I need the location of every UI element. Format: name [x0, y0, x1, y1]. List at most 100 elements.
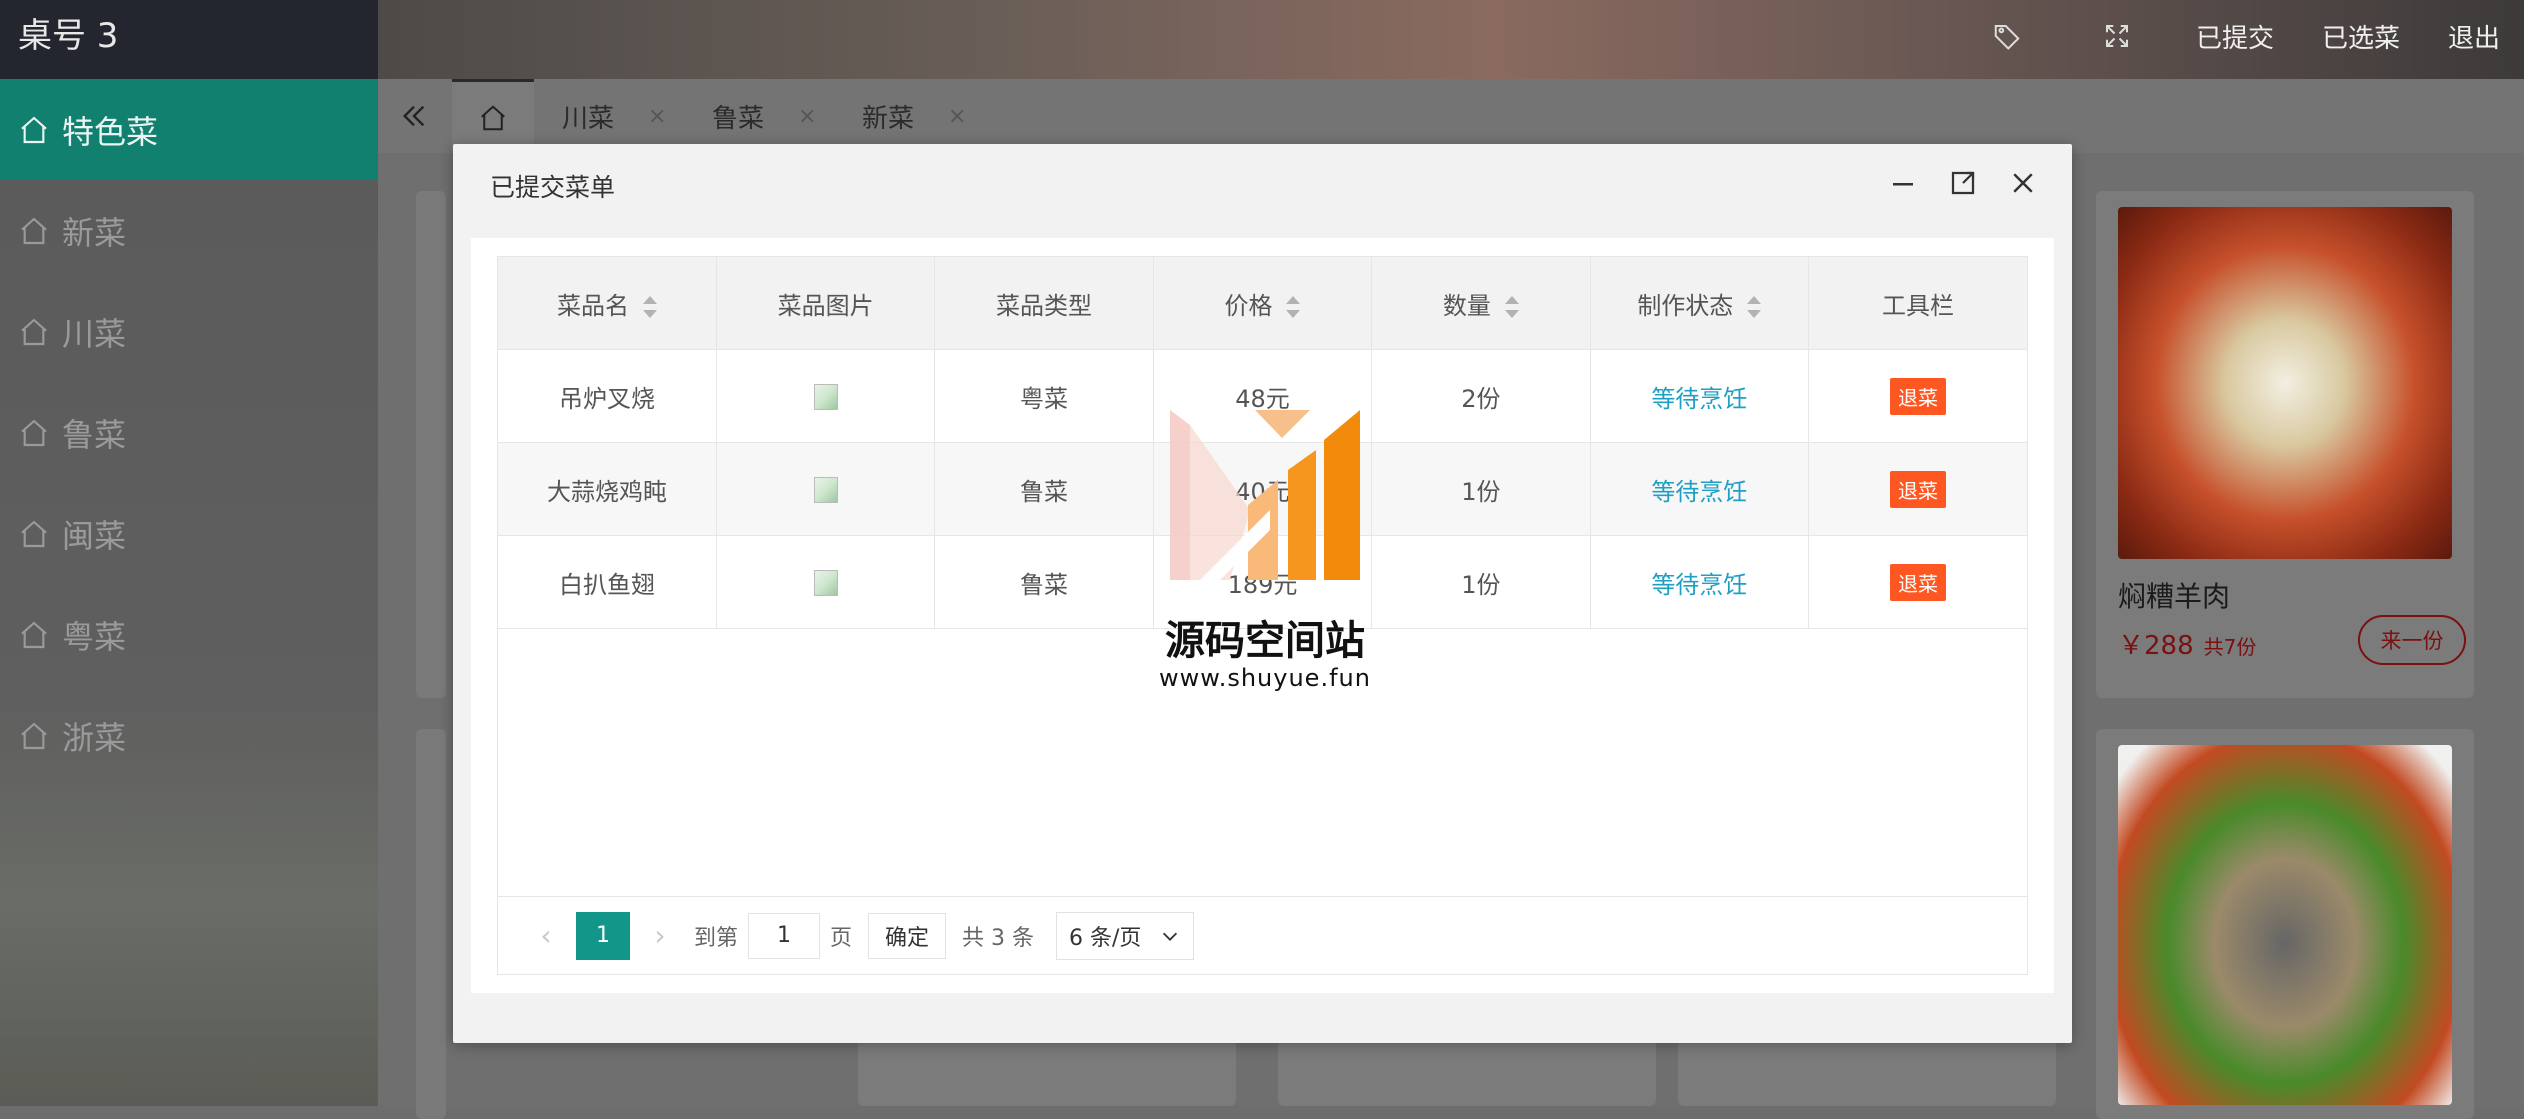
column-header-status[interactable]: 制作状态 [1590, 257, 1810, 350]
cancel-dish-button[interactable]: 退菜 [1890, 377, 1947, 415]
page-size-value: 6 条/页 [1069, 925, 1142, 951]
sidebar-item-fujian[interactable]: 闽菜 [0, 483, 378, 584]
watermark-url: www.shuyue.fun [1159, 664, 1371, 692]
sidebar-item-label: 川菜 [62, 314, 127, 353]
home-icon [21, 318, 47, 345]
cancel-dish-button[interactable]: 退菜 [1890, 470, 1947, 508]
column-label: 菜品名 [556, 291, 629, 320]
cell-toolbar: 退菜 [1808, 442, 2027, 536]
cell-type: 鲁菜 [934, 535, 1154, 629]
dialog-title: 已提交菜单 [490, 173, 616, 202]
watermark: 源码空间站 www.shuyue.fun [1150, 410, 1380, 700]
home-icon [21, 722, 47, 749]
header-toolbar: 已提交 已选菜 退出 [1952, 0, 2524, 72]
close-icon[interactable]: × [948, 104, 966, 129]
column-label: 工具栏 [1882, 291, 1955, 320]
page-size-select[interactable]: 6 条/页 [1056, 911, 1195, 960]
tab-label: 鲁菜 [712, 103, 765, 134]
sidebar-item-label: 特色菜 [62, 112, 159, 151]
tab-new[interactable]: 新菜 × [862, 79, 966, 153]
dish-card[interactable]: 焖糟羊肉 ￥288 共7份 来一份 [2096, 191, 2474, 698]
maximize-icon [1951, 171, 1975, 195]
sidebar-item-zhejiang[interactable]: 浙菜 [0, 685, 378, 786]
column-label: 价格 [1224, 291, 1273, 320]
tag-icon[interactable] [1952, 0, 2062, 72]
cell-name: 大蒜烧鸡盹 [498, 442, 717, 536]
submitted-button[interactable]: 已提交 [2172, 0, 2298, 72]
tab-bar: 川菜 × 鲁菜 × 新菜 × [378, 79, 2524, 153]
minimize-button[interactable] [1886, 166, 1920, 200]
cell-quantity: 2份 [1371, 349, 1591, 443]
dish-price: ￥288 共7份 [2118, 625, 2256, 662]
minimize-icon [1893, 183, 1913, 186]
cell-name: 吊炉叉烧 [498, 349, 717, 443]
logout-button[interactable]: 退出 [2424, 0, 2524, 72]
cell-type: 粤菜 [934, 349, 1154, 443]
table-number: 桌号 3 [0, 0, 378, 79]
cell-type: 鲁菜 [934, 442, 1154, 536]
cell-image [716, 535, 936, 629]
column-header-toolbar: 工具栏 [1808, 257, 2027, 350]
column-header-image: 菜品图片 [716, 257, 936, 350]
page-number-current[interactable]: 1 [576, 911, 630, 960]
dish-thumbnail[interactable] [813, 384, 838, 410]
close-icon[interactable]: × [648, 104, 666, 129]
next-page-icon[interactable]: › [642, 918, 678, 954]
dialog-controls [1886, 166, 2040, 200]
close-dialog-button[interactable] [2006, 166, 2040, 200]
column-header-price[interactable]: 价格 [1153, 257, 1373, 350]
sort-icon[interactable] [642, 295, 657, 318]
dish-image [2118, 745, 2452, 1105]
cell-toolbar: 退菜 [1808, 349, 2027, 443]
watermark-logo [1170, 410, 1360, 580]
sidebar-item-label: 浙菜 [62, 718, 127, 757]
home-icon [21, 520, 47, 547]
sidebar-item-shandong[interactable]: 鲁菜 [0, 382, 378, 483]
prev-page-icon[interactable]: ‹ [528, 918, 564, 954]
add-one-button[interactable]: 来一份 [2358, 615, 2466, 665]
sidebar-item-new[interactable]: 新菜 [0, 180, 378, 281]
column-header-quantity[interactable]: 数量 [1371, 257, 1591, 350]
sidebar-item-label: 闽菜 [62, 516, 127, 555]
cell-quantity: 1份 [1371, 535, 1591, 629]
goto-page-input[interactable] [748, 912, 821, 959]
sidebar-item-cantonese[interactable]: 粤菜 [0, 584, 378, 685]
table-header-row: 菜品名 菜品图片 菜品类型 价格 数量 制作状态 工具栏 [498, 257, 2027, 350]
sidebar-item-label: 新菜 [62, 213, 127, 252]
sort-icon[interactable] [1504, 295, 1519, 318]
cell-image [716, 349, 936, 443]
sort-icon[interactable] [1286, 295, 1301, 318]
column-header-name[interactable]: 菜品名 [498, 257, 717, 350]
dish-image [2118, 207, 2452, 559]
close-icon[interactable]: × [798, 104, 816, 129]
tab-sichuan[interactable]: 川菜 × [562, 79, 666, 153]
cell-status: 等待烹饪 [1590, 349, 1810, 443]
stock-count: 共7份 [2203, 635, 2257, 659]
cell-image [716, 442, 936, 536]
column-label: 制作状态 [1637, 291, 1734, 320]
home-icon [21, 116, 47, 143]
sidebar-item-label: 鲁菜 [62, 415, 127, 454]
selected-button[interactable]: 已选菜 [2298, 0, 2424, 72]
tab-home[interactable] [452, 79, 534, 153]
dish-thumbnail[interactable] [813, 570, 838, 596]
sidebar-item-sichuan[interactable]: 川菜 [0, 281, 378, 382]
goto-confirm-button[interactable]: 确定 [868, 912, 947, 959]
column-label: 数量 [1442, 291, 1491, 320]
sidebar-item-featured[interactable]: 特色菜 [0, 79, 378, 180]
column-label: 菜品类型 [996, 291, 1093, 320]
home-icon [21, 419, 47, 446]
pagination: ‹ 1 › 到第 页 确定 共 3 条 6 条/页 [498, 896, 2027, 974]
sidebar: 特色菜 新菜 川菜 鲁菜 闽菜 粤菜 浙菜 [0, 79, 378, 1106]
maximize-button[interactable] [1946, 166, 1980, 200]
collapse-sidebar-button[interactable] [378, 79, 450, 153]
dish-card[interactable] [2096, 729, 2474, 1119]
cell-name: 白扒鱼翅 [498, 535, 717, 629]
tab-shandong[interactable]: 鲁菜 × [712, 79, 816, 153]
double-chevron-left-icon [402, 105, 425, 127]
cancel-dish-button[interactable]: 退菜 [1890, 563, 1947, 601]
fullscreen-icon[interactable] [2062, 0, 2172, 72]
dish-card [416, 191, 446, 698]
dish-thumbnail[interactable] [813, 477, 838, 503]
sort-icon[interactable] [1747, 295, 1762, 318]
